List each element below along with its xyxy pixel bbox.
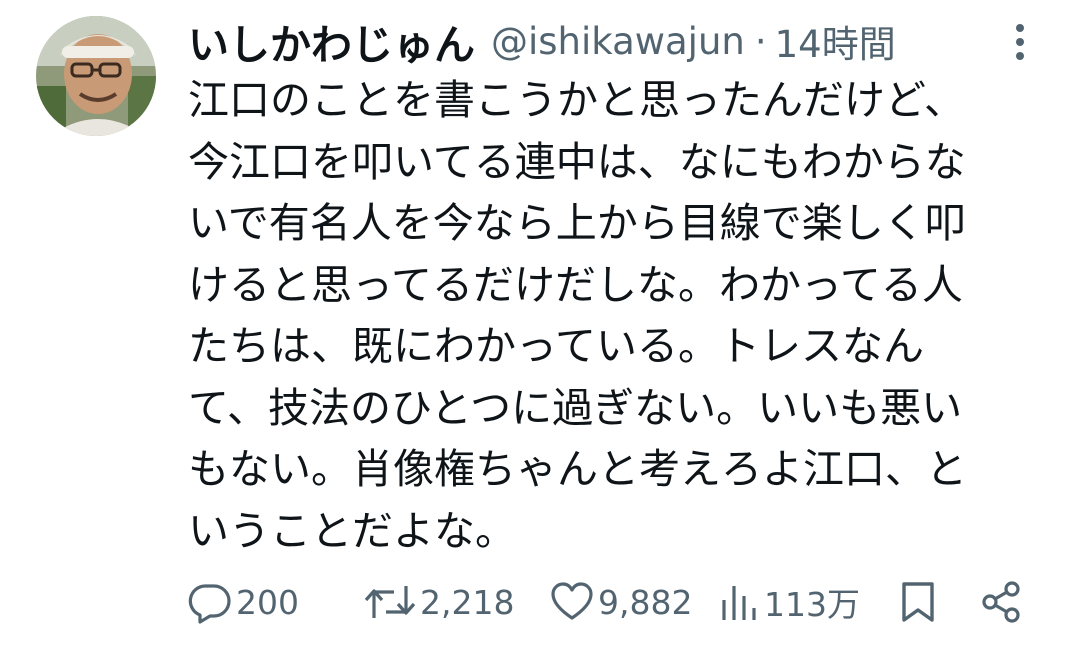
more-vertical-icon bbox=[1016, 24, 1024, 60]
bookmark-icon bbox=[902, 582, 934, 622]
tweet-text-line: たちは、既にわかっている。トレスなん bbox=[188, 322, 924, 370]
like-count: 9,882 bbox=[598, 582, 693, 622]
user-handle[interactable]: @ishikawajun bbox=[491, 20, 745, 63]
like-button[interactable]: 9,882 bbox=[550, 574, 692, 630]
tweet-text-line: もない。肖像権ちゃんと考えろよ江口、と bbox=[188, 445, 967, 493]
retweet-count: 2,218 bbox=[420, 582, 515, 622]
header-separator: · bbox=[754, 19, 767, 63]
share-button[interactable] bbox=[980, 574, 1024, 630]
display-name[interactable]: いしかわじゅん bbox=[188, 11, 475, 71]
tweet-timestamp[interactable]: 14時間 bbox=[775, 14, 896, 68]
reply-bubble-icon bbox=[188, 584, 231, 624]
avatar[interactable] bbox=[36, 16, 156, 136]
share-icon bbox=[982, 581, 1020, 623]
heart-icon bbox=[551, 582, 593, 620]
tweet-text-line: 今江口を叩いてる連中は、なにもわからな bbox=[188, 137, 966, 186]
bookmark-button[interactable] bbox=[900, 574, 936, 630]
more-options-button[interactable] bbox=[1004, 18, 1036, 66]
tweet-text-line: いうことだよな。 bbox=[188, 506, 516, 555]
views-button[interactable]: 113万 bbox=[720, 574, 860, 630]
tweet-text: 江口のことを書こうかと思ったんだけど、 今江口を叩いてる連中は、なにもわからな … bbox=[188, 70, 1018, 562]
tweet-text-line: 江口のことを書こうかと思ったんだけど、 bbox=[188, 76, 965, 124]
reply-count: 200 bbox=[236, 582, 299, 622]
view-count: 113万 bbox=[764, 585, 860, 624]
tweet: いしかわじゅん @ishikawajun · 14時間 江口のことを書こうかと思… bbox=[0, 0, 1080, 648]
retweet-icon bbox=[364, 586, 416, 618]
tweet-header: いしかわじゅん @ishikawajun · 14時間 bbox=[188, 10, 896, 72]
tweet-text-line: けると思ってるだけだしな。わかってる人 bbox=[188, 260, 963, 309]
bar-chart-icon bbox=[722, 586, 756, 620]
tweet-text-line: て、技法のひとつに過ぎない。いいも悪い bbox=[188, 383, 963, 432]
tweet-text-line: いで有名人を今なら上から目線で楽しく叩 bbox=[188, 199, 966, 247]
avatar-photo bbox=[36, 16, 156, 136]
retweet-button[interactable]: 2,218 bbox=[364, 574, 514, 630]
tweet-actions: 200 2,218 9,882 113万 bbox=[188, 574, 1038, 630]
reply-button[interactable]: 200 bbox=[188, 574, 299, 630]
